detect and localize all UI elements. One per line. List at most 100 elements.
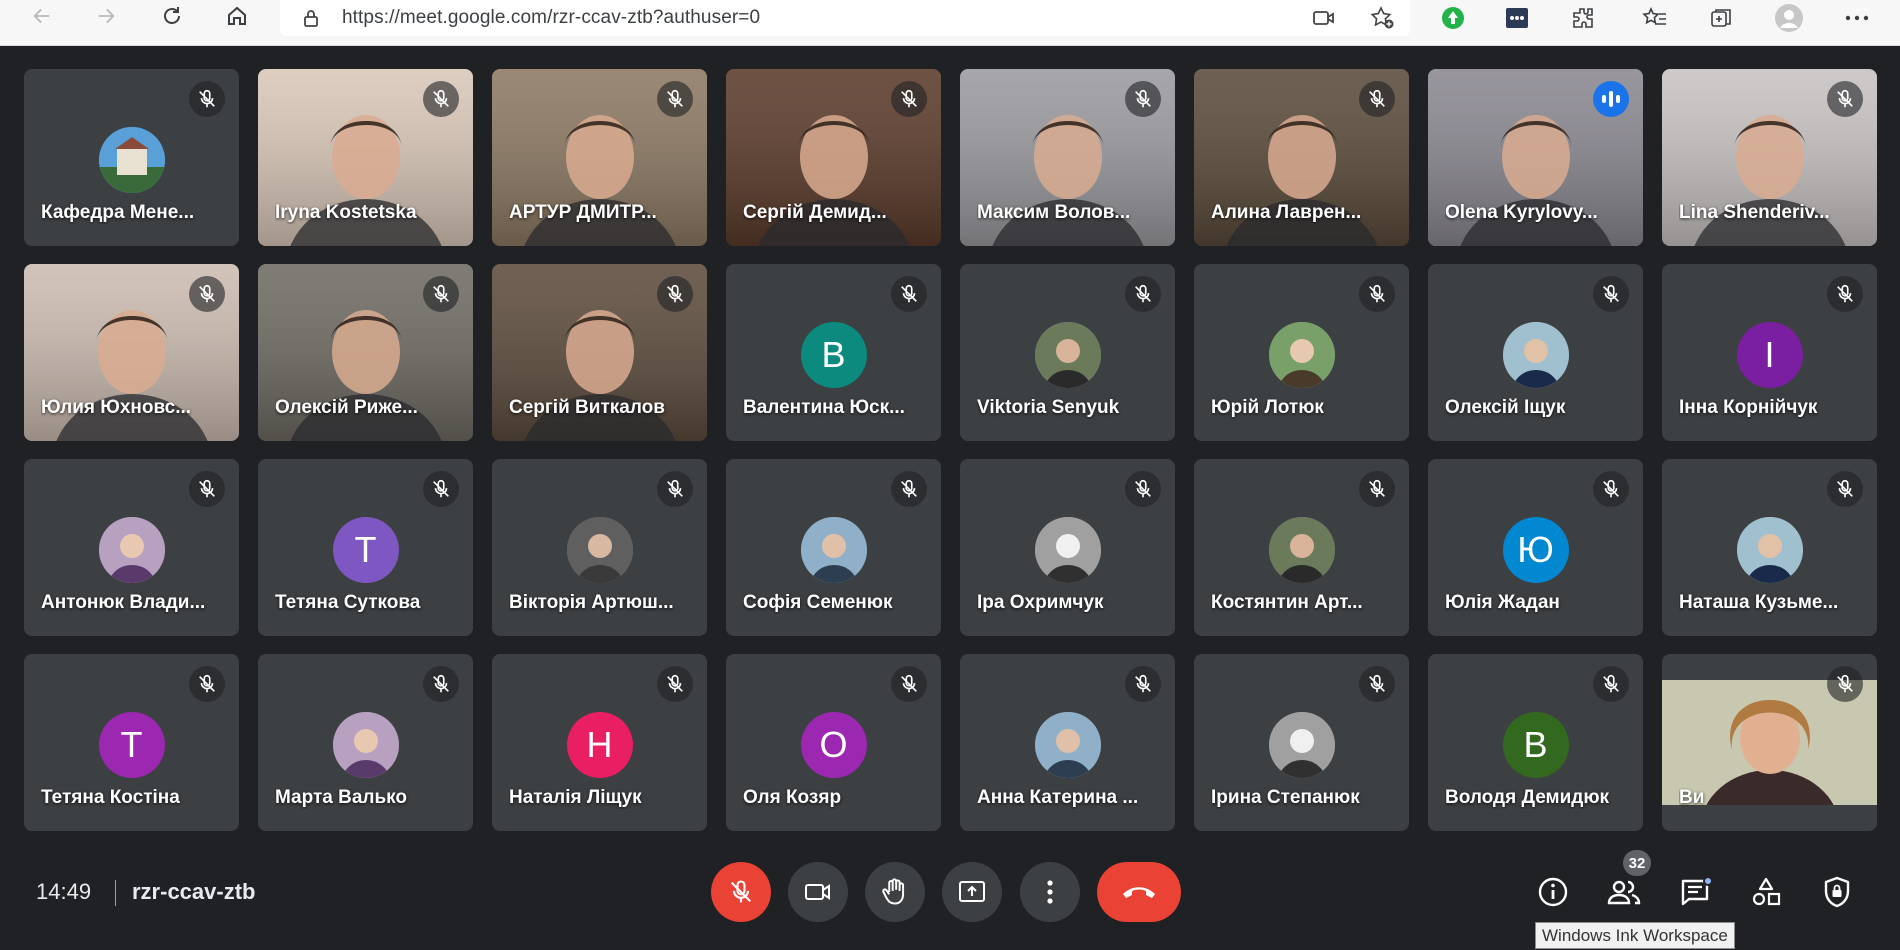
participant-tile[interactable]: АРТУР ДМИТР...: [492, 69, 707, 246]
avatar: [566, 517, 633, 583]
participant-name: Iryna Kostetska: [275, 202, 417, 223]
microphone-off-icon: [189, 666, 225, 702]
participant-tile[interactable]: Софія Семенюк: [726, 459, 941, 636]
participant-tile[interactable]: В Валентина Юск...: [726, 264, 941, 441]
microphone-off-icon: [1125, 471, 1161, 507]
microphone-off-icon: [657, 276, 693, 312]
microphone-off-icon: [1359, 666, 1395, 702]
avatar: [1034, 517, 1101, 583]
arrow-right-icon: [98, 8, 115, 24]
participant-tile[interactable]: Т Тетяна Костіна: [24, 654, 239, 831]
home-button[interactable]: [215, 0, 259, 32]
avatar: Т: [332, 517, 399, 583]
people-icon: [1607, 880, 1641, 905]
more-options-button[interactable]: [1020, 862, 1080, 922]
extensions-puzzle-icon[interactable]: [1566, 2, 1600, 34]
participant-tile[interactable]: Вікторія Артюш...: [492, 459, 707, 636]
participant-tile[interactable]: І Інна Корнійчук: [1662, 264, 1877, 441]
participant-tile[interactable]: Н Наталія Ліщук: [492, 654, 707, 831]
more-vert-icon: [1047, 880, 1053, 904]
browser-toolbar: https://meet.google.com/rzr-ccav-ztb?aut…: [0, 0, 1900, 46]
participant-tile[interactable]: Марта Валько: [258, 654, 473, 831]
camera-in-use-icon[interactable]: [1310, 4, 1338, 32]
more-options-icon[interactable]: [1840, 2, 1874, 34]
participant-name: Кафедра Мене...: [41, 202, 195, 223]
avatar: [1034, 322, 1101, 388]
extension-password-icon[interactable]: [1500, 2, 1534, 34]
favorites-icon[interactable]: [1638, 2, 1672, 34]
participant-tile[interactable]: Кафедра Мене...: [24, 69, 239, 246]
avatar: [98, 517, 165, 583]
participant-name: Софія Семенюк: [743, 592, 893, 613]
avatar: Ю: [1502, 517, 1569, 583]
participant-tile[interactable]: Сергій Виткалов: [492, 264, 707, 441]
microphone-off-icon: [1827, 276, 1863, 312]
participant-tile[interactable]: Olena Kyrylovy...: [1428, 69, 1643, 246]
participant-name: Костянтин Арт...: [1211, 592, 1363, 613]
participant-name: Сергій Демид...: [743, 202, 887, 223]
participant-name: Наталія Ліщук: [509, 787, 642, 808]
participant-tile[interactable]: Анна Катерина ...: [960, 654, 1175, 831]
participant-name: АРТУР ДМИТР...: [509, 202, 657, 223]
participant-tile[interactable]: Юрій Лотюк: [1194, 264, 1409, 441]
avatar: [800, 517, 867, 583]
meeting-details-button[interactable]: [1529, 868, 1577, 916]
participant-tile[interactable]: Юлия Юхновс...: [24, 264, 239, 441]
host-controls-button[interactable]: [1813, 868, 1861, 916]
participant-tile[interactable]: Максим Волов...: [960, 69, 1175, 246]
address-bar[interactable]: https://meet.google.com/rzr-ccav-ztb?aut…: [280, 0, 1410, 36]
reload-button[interactable]: [150, 0, 194, 32]
participant-tile[interactable]: Олексій Іщук: [1428, 264, 1643, 441]
avatar: О: [800, 712, 867, 778]
activities-button[interactable]: [1742, 868, 1790, 916]
participant-tile[interactable]: Олексій Риже...: [258, 264, 473, 441]
participant-name: Lina Shenderiv...: [1679, 202, 1830, 223]
collections-icon[interactable]: [1704, 2, 1738, 34]
participant-tile[interactable]: Ю Юлія Жадан: [1428, 459, 1643, 636]
lock-icon[interactable]: [302, 8, 320, 28]
avatar: [1736, 517, 1803, 583]
speaking-indicator-icon: [1593, 81, 1629, 117]
leave-call-button[interactable]: [1097, 862, 1181, 922]
chat-button[interactable]: [1671, 868, 1719, 916]
profile-avatar-icon[interactable]: [1772, 2, 1806, 34]
back-button[interactable]: [20, 0, 64, 32]
arrow-left-icon: [33, 8, 50, 24]
camera-toggle-button[interactable]: [788, 862, 848, 922]
participant-tile[interactable]: Костянтин Арт...: [1194, 459, 1409, 636]
participant-tile[interactable]: Iryna Kostetska: [258, 69, 473, 246]
participant-tile[interactable]: Т Тетяна Суткова: [258, 459, 473, 636]
participant-tile[interactable]: В Володя Демидюк: [1428, 654, 1643, 831]
video-camera-icon: [805, 884, 830, 900]
participant-tile[interactable]: Антонюк Влади...: [24, 459, 239, 636]
extension-green-icon[interactable]: [1436, 2, 1470, 34]
avatar: [1034, 712, 1101, 778]
microphone-off-icon: [1593, 276, 1629, 312]
avatar: Н: [566, 712, 633, 778]
home-icon: [228, 6, 246, 25]
participant-tile[interactable]: О Оля Козяр: [726, 654, 941, 831]
participant-tile[interactable]: Наташа Кузьме...: [1662, 459, 1877, 636]
tooltip: Windows Ink Workspace: [1535, 922, 1735, 949]
microphone-off-icon: [657, 666, 693, 702]
participant-count-badge: 32: [1623, 850, 1651, 876]
participant-tile[interactable]: Ірина Степанюк: [1194, 654, 1409, 831]
add-favorite-icon[interactable]: [1368, 4, 1396, 32]
meeting-time: 14:49: [36, 879, 92, 904]
avatar: В: [1502, 712, 1569, 778]
microphone-off-icon: [891, 471, 927, 507]
participant-tile[interactable]: Lina Shenderiv...: [1662, 69, 1877, 246]
microphone-off-icon: [423, 81, 459, 117]
participant-tile[interactable]: Viktoria Senyuk: [960, 264, 1175, 441]
microphone-toggle-button[interactable]: [711, 862, 771, 922]
microphone-off-icon: [1827, 471, 1863, 507]
url-text[interactable]: https://meet.google.com/rzr-ccav-ztb?aut…: [342, 7, 760, 29]
participant-tile[interactable]: Ви: [1662, 654, 1877, 831]
raise-hand-button[interactable]: [865, 862, 925, 922]
participant-tile[interactable]: Сергій Демид...: [726, 69, 941, 246]
forward-button[interactable]: [84, 0, 128, 32]
participant-tile[interactable]: Алина Лаврен...: [1194, 69, 1409, 246]
participant-tile[interactable]: Іра Охримчук: [960, 459, 1175, 636]
present-screen-button[interactable]: [942, 862, 1002, 922]
avatar: [98, 127, 165, 193]
